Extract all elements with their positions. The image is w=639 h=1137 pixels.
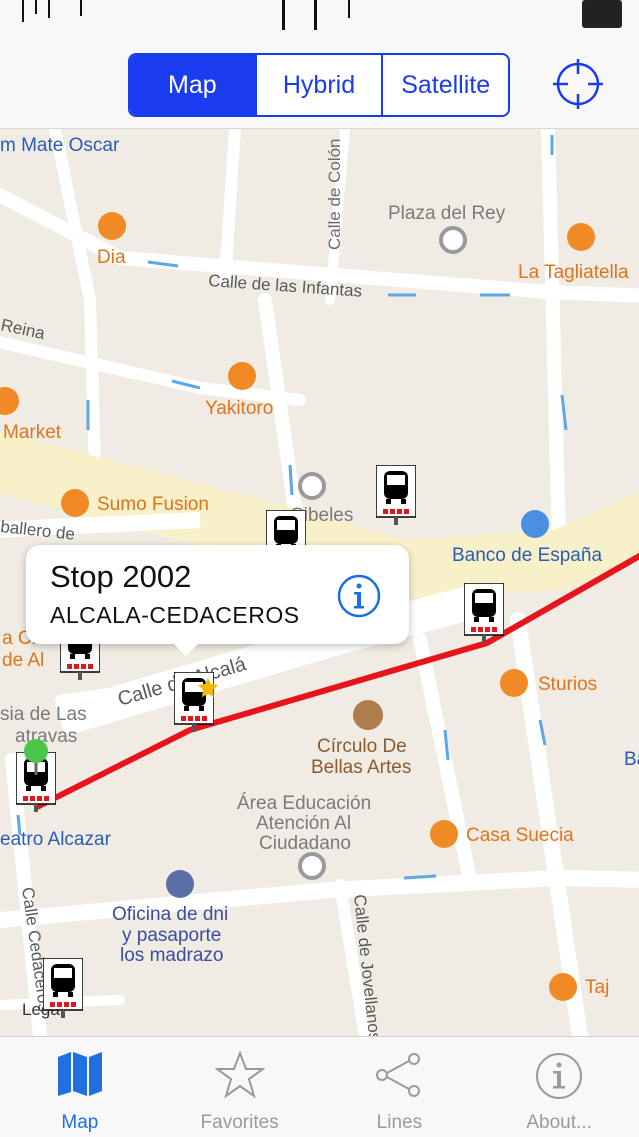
stop-callout[interactable]: Stop 2002 ALCALA-CEDACEROS bbox=[26, 545, 409, 656]
map-label: Ciudadano bbox=[259, 833, 351, 854]
map-label: Área Educación bbox=[237, 793, 371, 814]
restaurant-icon bbox=[228, 362, 256, 390]
restaurant-icon bbox=[500, 669, 528, 697]
map-label: Sumo Fusion bbox=[97, 494, 209, 515]
restaurant-icon bbox=[549, 973, 577, 1001]
landmark-icon bbox=[298, 472, 326, 500]
map-label: los madrazo bbox=[120, 945, 224, 966]
map-label: sia de Las bbox=[0, 704, 87, 725]
map-label: Oficina de dni bbox=[112, 904, 228, 925]
restaurant-icon bbox=[567, 223, 595, 251]
map-view[interactable]: m Mate Oscar Plaza del Rey Calle de Coló… bbox=[0, 129, 639, 1036]
bus-stop-icon[interactable] bbox=[376, 465, 416, 525]
star-icon bbox=[214, 1051, 265, 1099]
bus-stop-icon[interactable] bbox=[43, 958, 83, 1018]
start-pin-icon bbox=[24, 739, 48, 763]
status-bar bbox=[0, 0, 639, 40]
map-type-map-button[interactable]: Map bbox=[130, 55, 255, 115]
top-toolbar: Map Hybrid Satellite bbox=[0, 40, 639, 129]
tab-map[interactable]: Map bbox=[0, 1037, 160, 1137]
shopping-icon bbox=[98, 212, 126, 240]
restaurant-icon bbox=[61, 489, 89, 517]
map-label: Plaza del Rey bbox=[388, 203, 506, 224]
callout-subtitle: ALCALA-CEDACEROS bbox=[50, 602, 300, 628]
map-type-selector[interactable]: Map Hybrid Satellite bbox=[128, 53, 510, 117]
bus-stop-icon[interactable] bbox=[464, 583, 504, 643]
tab-favorites[interactable]: Favorites bbox=[160, 1037, 320, 1137]
tab-lines[interactable]: Lines bbox=[320, 1037, 480, 1137]
landmark-icon bbox=[439, 226, 467, 254]
share-icon bbox=[376, 1053, 421, 1097]
education-icon bbox=[353, 700, 383, 730]
map-label: Sturios bbox=[538, 674, 597, 695]
tab-bar: Map Favorites Lines About... bbox=[0, 1036, 639, 1137]
tab-label: About... bbox=[526, 1112, 592, 1133]
tab-about[interactable]: About... bbox=[479, 1037, 639, 1137]
map-label: Taj bbox=[585, 977, 609, 998]
map-label: Calle de Colón bbox=[325, 138, 344, 250]
map-label: m Mate Oscar bbox=[0, 135, 120, 156]
map-label: Yakitoro bbox=[205, 398, 273, 419]
tab-label: Lines bbox=[376, 1112, 423, 1133]
map-label: Círculo De bbox=[317, 736, 407, 757]
map-label: Dia bbox=[97, 247, 126, 268]
map-label: de Al bbox=[2, 650, 44, 671]
map-label: Ba bbox=[624, 749, 639, 770]
locate-me-icon[interactable] bbox=[552, 58, 604, 110]
callout-title: Stop 2002 bbox=[50, 559, 192, 594]
info-icon bbox=[536, 1053, 583, 1099]
map-type-satellite-button[interactable]: Satellite bbox=[381, 55, 508, 115]
map-label: Casa Suecia bbox=[466, 825, 574, 846]
map-label: y pasaporte bbox=[122, 925, 221, 946]
police-icon bbox=[166, 870, 194, 898]
map-label: La Tagliatella bbox=[518, 262, 629, 283]
info-icon[interactable] bbox=[336, 573, 382, 619]
map-label: atravas bbox=[15, 726, 77, 747]
map-type-hybrid-button[interactable]: Hybrid bbox=[254, 55, 382, 115]
map-label: eatro Alcazar bbox=[0, 829, 112, 850]
restaurant-icon bbox=[430, 820, 458, 848]
landmark-icon bbox=[298, 852, 326, 880]
map-label: Market bbox=[3, 422, 62, 443]
tab-label: Favorites bbox=[200, 1112, 279, 1133]
map-label: Bellas Artes bbox=[311, 757, 411, 778]
tab-label: Map bbox=[61, 1112, 99, 1133]
map-label: Banco de España bbox=[452, 545, 602, 566]
map-label: Atención Al bbox=[256, 813, 351, 834]
map-icon bbox=[57, 1052, 102, 1096]
metro-icon bbox=[521, 510, 549, 538]
